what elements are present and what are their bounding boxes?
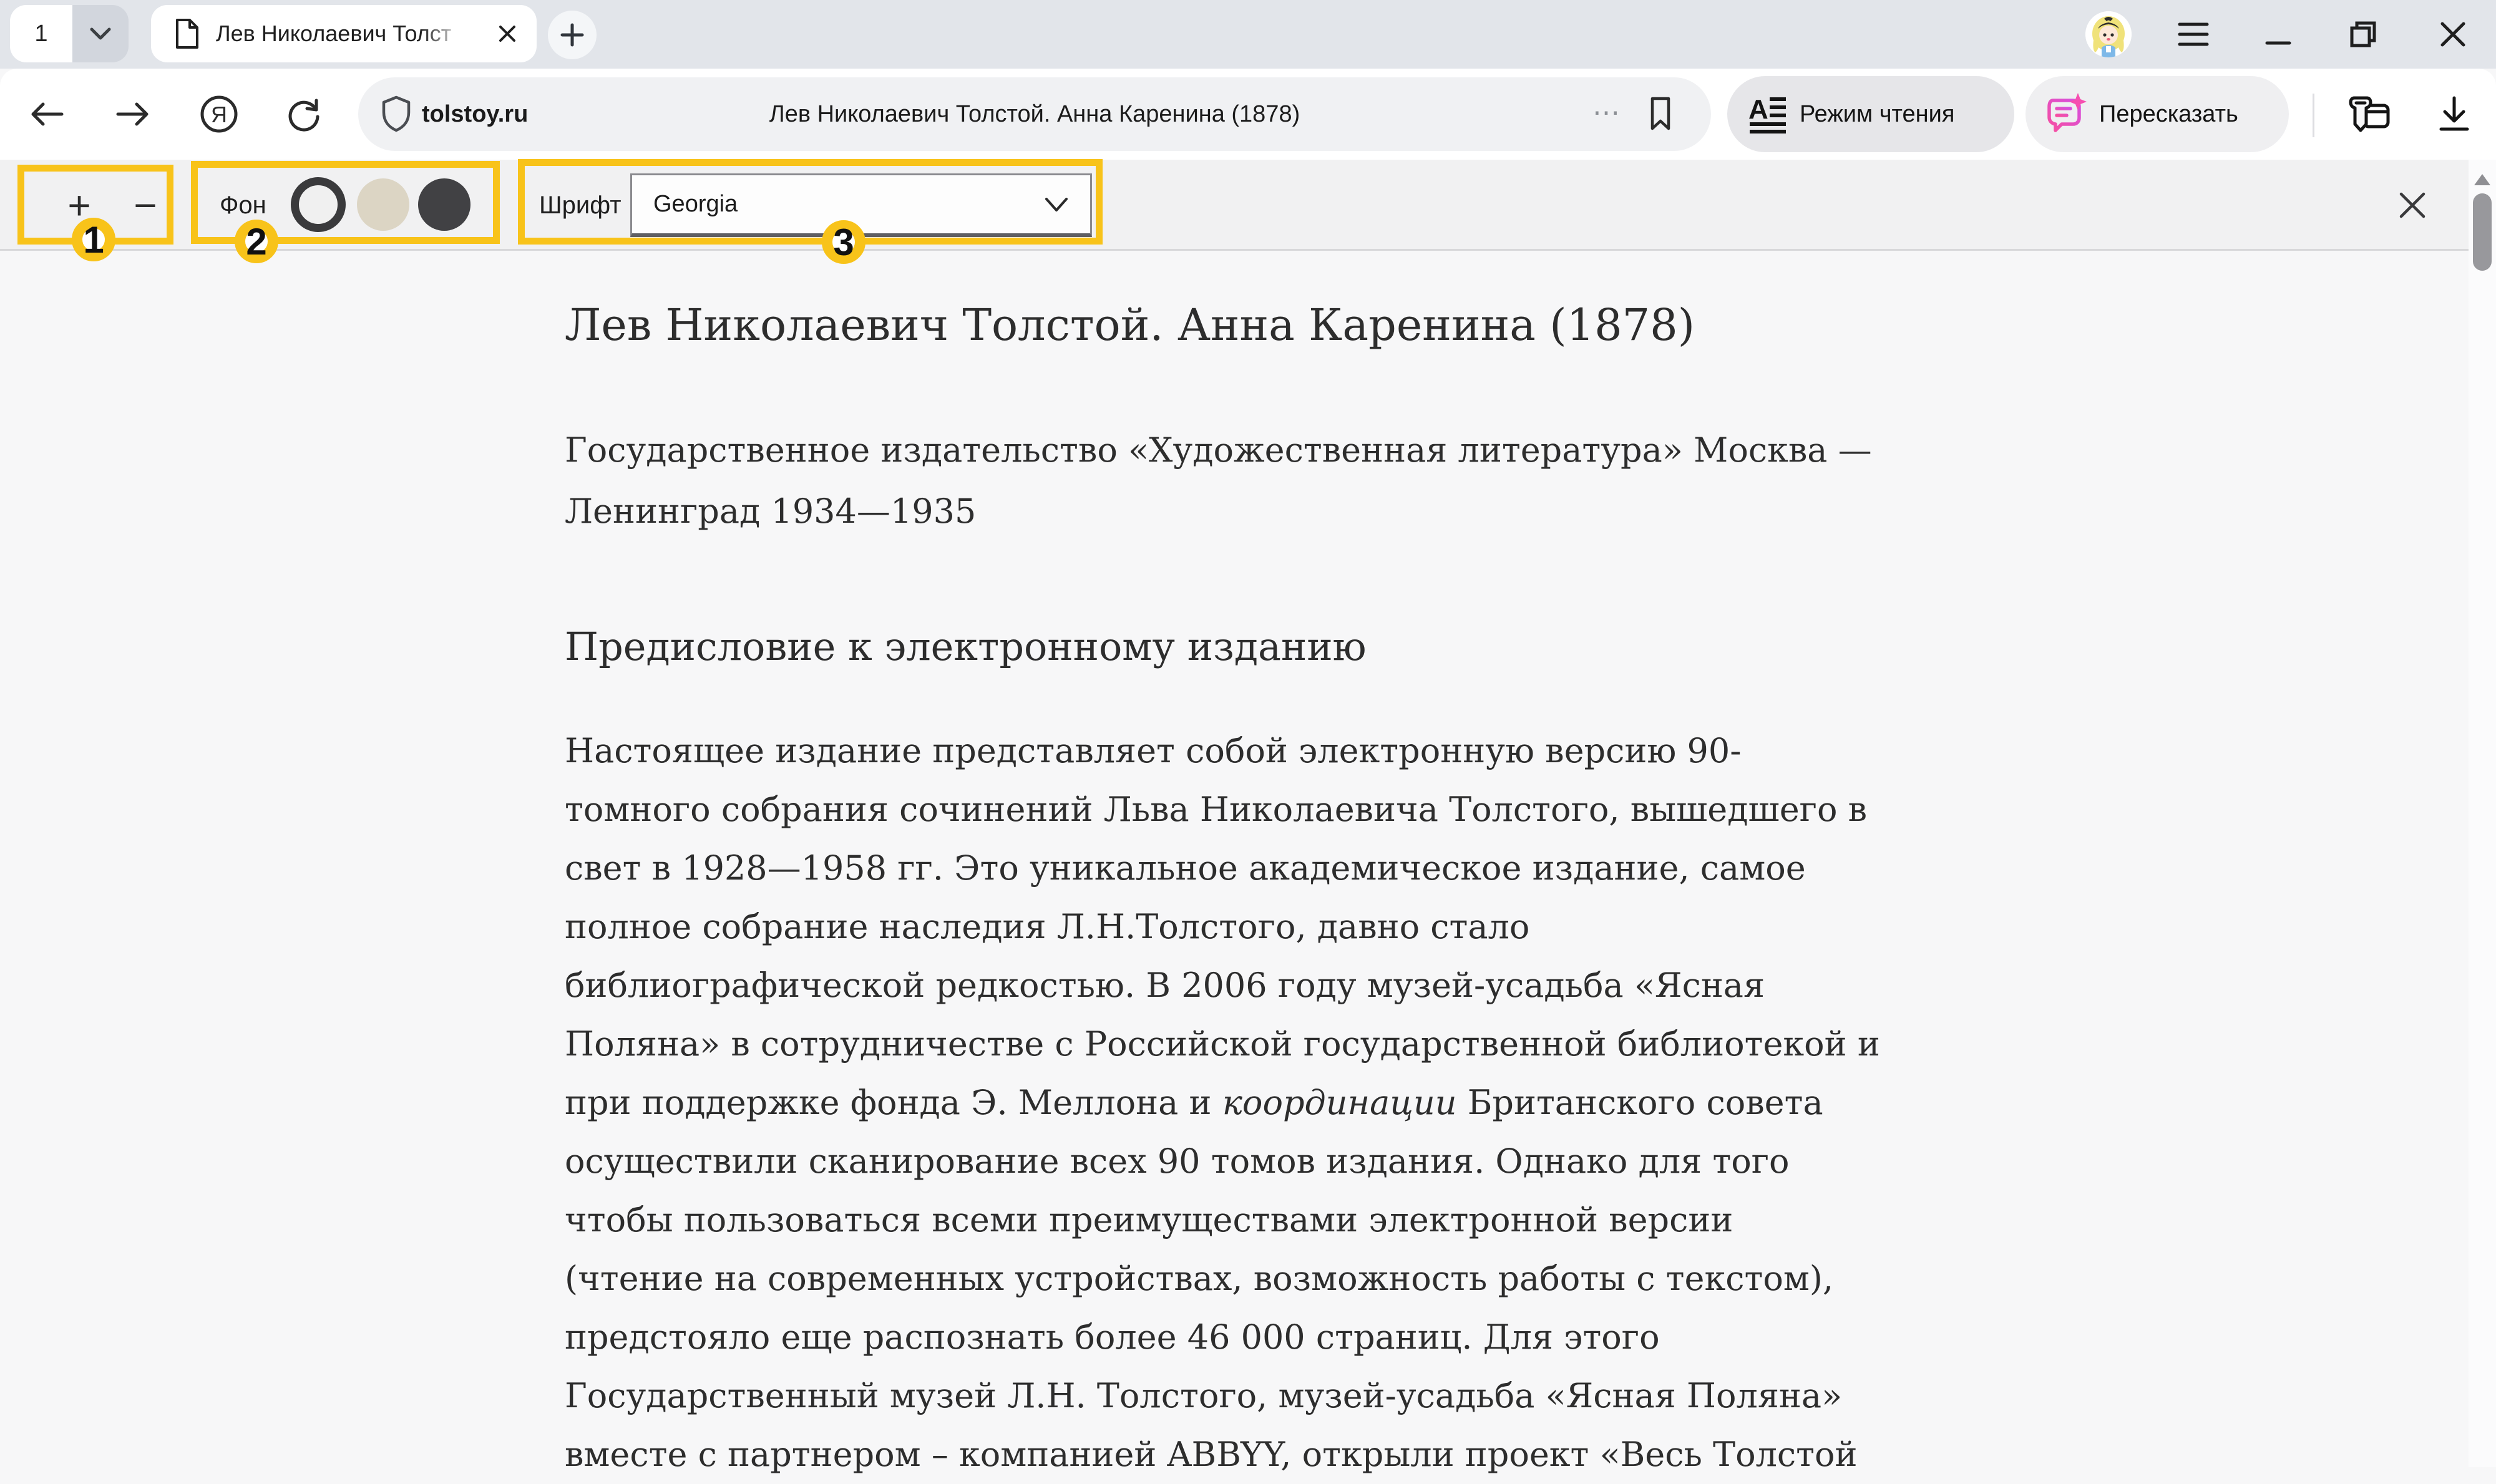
tab-list-button[interactable] [72,5,129,62]
browser-menu-button[interactable] [2159,0,2228,69]
yandex-services-button[interactable]: Я [191,69,247,160]
annotation-badge-2: 2 [235,220,278,263]
minimize-button[interactable] [2244,0,2313,69]
navigation-toolbar: Я tolstoy.ru Лев Николаевич Толстой. Анн… [0,69,2496,160]
paragraph-line: томного собрания сочинений Льва Николаев… [565,780,1880,839]
scrollbar[interactable] [2469,160,2496,1467]
key-card-icon [2348,94,2391,134]
paragraph-line: Настоящее издание представляет собой эле… [565,722,1880,780]
reading-mode-button[interactable]: A Режим чтения [1727,76,2014,152]
paragraph-line: осуществили сканирование всех 90 томов и… [565,1132,1880,1191]
arrow-left-icon [28,99,66,129]
tab-bar: 1 Лев Николаевич Толст [0,0,2496,69]
paragraph-line: Поляна» в сотрудничестве с Российской го… [565,1015,1880,1074]
address-bar[interactable]: tolstoy.ru Лев Николаевич Толстой. Анна … [358,77,1711,151]
close-icon [2439,20,2467,49]
hamburger-icon [2177,22,2210,47]
page-icon [173,17,201,50]
subtitle-line: Ленинград 1934—1935 [565,481,1872,542]
more-actions-button[interactable]: ⋯ [1592,77,1622,147]
reader-content: Лев Николаевич Толстой. Анна Каренина (1… [0,253,2469,1467]
article-paragraph: Настоящее издание представляет собой эле… [565,722,1880,1484]
window-close-button[interactable] [2419,0,2487,69]
annotation-box-font [518,159,1103,245]
section-heading: Предисловие к электронному изданию [565,624,1367,669]
annotation-badge-1: 1 [72,218,115,261]
reload-button[interactable] [276,69,332,160]
close-icon [2397,190,2428,221]
scroll-up-arrow[interactable] [2472,172,2492,187]
retell-sparkle-icon [2043,92,2088,137]
restore-button[interactable] [2329,0,2397,69]
address-page-title: Лев Николаевич Толстой. Анна Каренина (1… [358,77,1711,151]
downloads-button[interactable] [2426,69,2482,160]
retell-label: Пересказать [2099,101,2238,128]
tab-counter[interactable]: 1 [10,5,129,62]
paragraph-line: свет в 1928—1958 гг. Это уникальное акад… [565,839,1880,898]
chevron-down-icon [90,27,111,41]
tab-count-label: 1 [10,5,72,62]
paragraph-line: полное собрание наследия Л.Н.Толстого, д… [565,898,1880,956]
svg-text:A: A [1748,95,1768,125]
scrollbar-thumb[interactable] [2473,193,2492,271]
close-icon [497,23,518,44]
retell-button[interactable]: Пересказать [2026,76,2289,152]
passwords-button[interactable] [2341,69,2397,160]
forward-button[interactable] [105,69,161,160]
paragraph-line: Государственный музей Л.Н. Толстого, муз… [565,1367,1880,1425]
article-title: Лев Николаевич Толстой. Анна Каренина (1… [565,299,1695,351]
restore-icon [2348,19,2378,49]
minimize-icon [2264,21,2292,48]
yandex-icon: Я [199,94,239,134]
tab-title: Лев Николаевич Толст [216,21,466,47]
paragraph-line: чтобы пользоваться всеми преимуществами … [565,1191,1880,1249]
svg-text:Я: Я [211,102,227,127]
paragraph-line: предстояло еще распознать более 46 000 с… [565,1308,1880,1367]
subtitle-line: Государственное издательство «Художестве… [565,420,1872,481]
plus-icon [558,21,586,49]
annotation-badge-3: 3 [822,220,865,264]
new-tab-button[interactable] [548,11,597,59]
reading-mode-icon: A [1748,95,1788,133]
arrow-right-icon [114,99,152,129]
back-button[interactable] [19,69,75,160]
toolbar-divider [2313,94,2314,137]
reader-close-button[interactable] [2375,160,2450,251]
paragraph-line: при поддержке фонда Э. Меллона и координ… [565,1074,1880,1132]
article-subtitle: Государственное издательство «Художестве… [565,420,1872,542]
avatar-image [2085,11,2132,57]
reload-icon [285,95,323,133]
tab-close-button[interactable] [497,23,518,44]
paragraph-line: вместе с партнером – компанией ABBYY, от… [565,1425,1880,1484]
download-icon [2437,95,2471,133]
paragraph-line: (чтение на современных устройствах, возм… [565,1249,1880,1308]
paragraph-line: библиографической редкостью. В 2006 году… [565,956,1880,1015]
avatar[interactable] [2085,11,2132,57]
active-tab[interactable]: Лев Николаевич Толст [151,5,537,62]
bookmark-icon[interactable] [1647,96,1674,131]
reading-mode-label: Режим чтения [1800,101,1954,128]
